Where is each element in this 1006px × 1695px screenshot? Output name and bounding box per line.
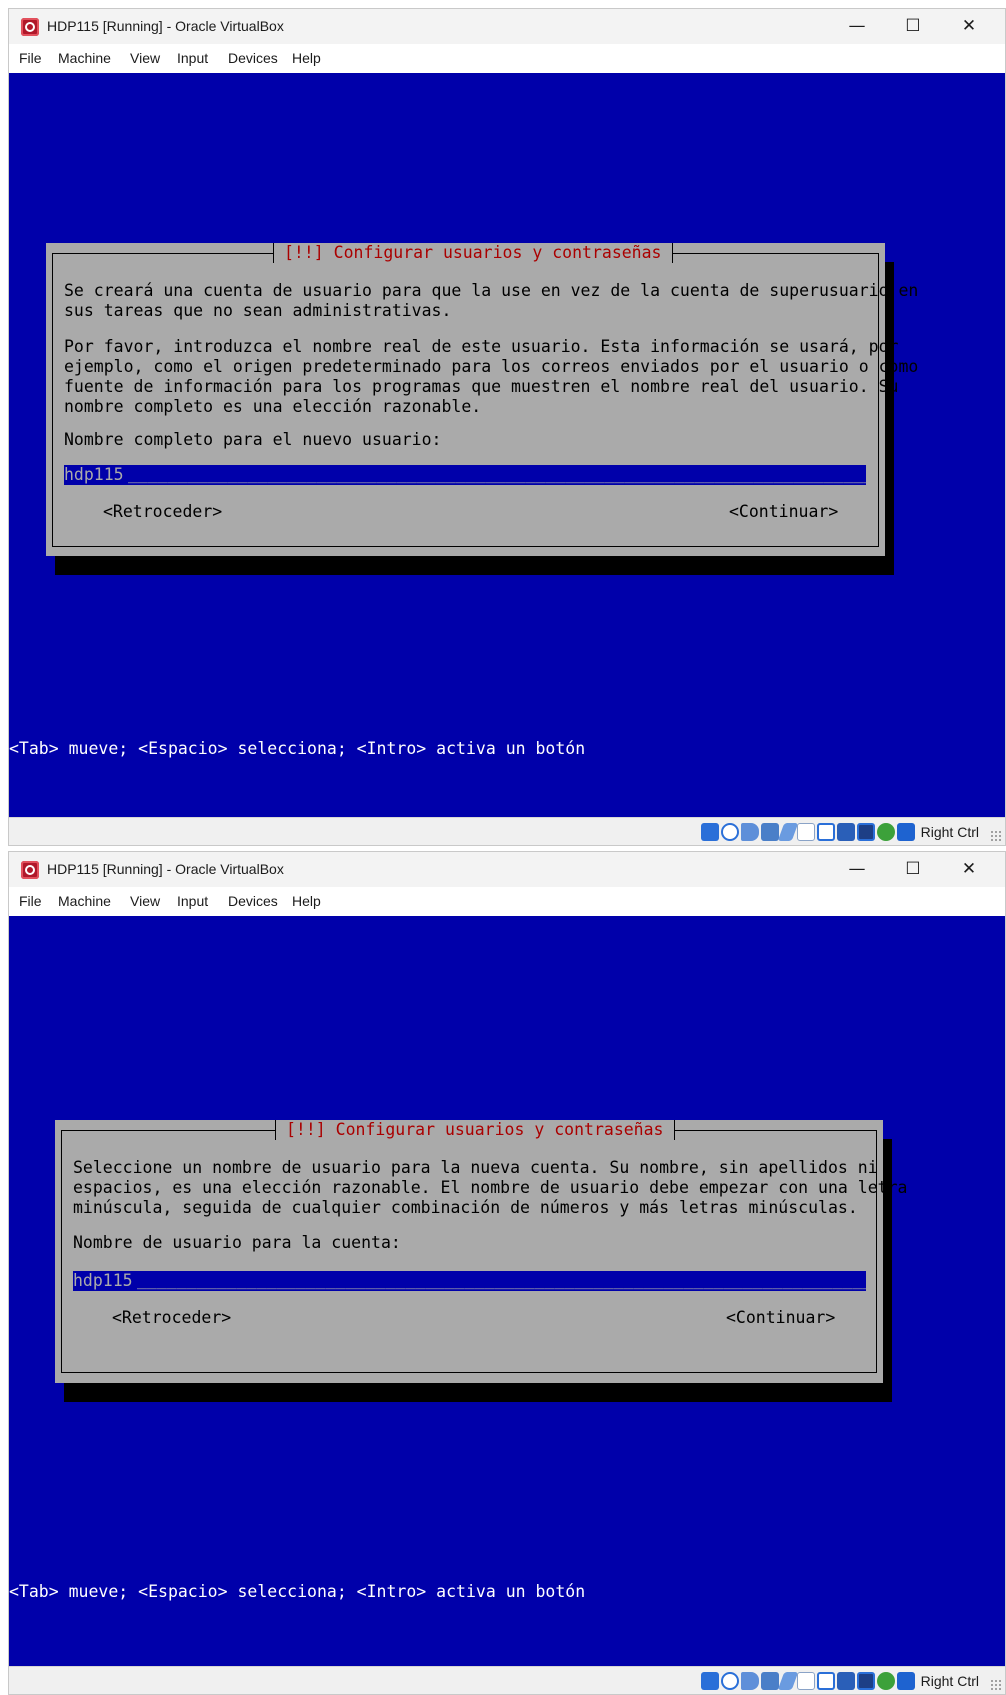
recording-icon[interactable] [836, 1672, 855, 1690]
usb-icon[interactable] [777, 1672, 798, 1690]
cpu-icon[interactable] [856, 823, 875, 841]
optical-drive-icon[interactable] [720, 1672, 739, 1690]
audio-icon[interactable] [740, 823, 759, 841]
host-key-label: Right Ctrl [920, 1673, 979, 1689]
input-value: hdp115 [73, 1271, 133, 1290]
dialog-paragraph: Seleccione un nombre de usuario para la … [73, 1158, 908, 1217]
field-prompt: Nombre completo para el nuevo usuario: [64, 430, 442, 449]
menu-bar: File Machine View Input Devices Help [9, 887, 1005, 916]
mouse-integration-icon[interactable] [876, 1672, 895, 1690]
menu-file[interactable]: File [19, 887, 42, 916]
back-button[interactable]: <Retroceder> [103, 502, 222, 522]
back-button[interactable]: <Retroceder> [112, 1308, 231, 1328]
window-title: HDP115 [Running] - Oracle VirtualBox [47, 18, 284, 34]
menu-devices[interactable]: Devices [228, 887, 278, 916]
menu-machine[interactable]: Machine [58, 887, 111, 916]
display-icon[interactable] [816, 823, 835, 841]
status-tray: Right Ctrl [700, 822, 979, 842]
dialog-title: [!!] Configurar usuarios y contraseñas [273, 243, 673, 263]
menu-bar: File Machine View Input Devices Help [9, 44, 1005, 73]
full-name-input[interactable]: hdp115 _________________________________… [64, 465, 866, 485]
usb-icon[interactable] [777, 823, 798, 841]
username-input[interactable]: hdp115 _________________________________… [73, 1271, 866, 1291]
shared-folders-icon[interactable] [796, 823, 815, 841]
dialog-paragraph: Se creará una cuenta de usuario para que… [64, 281, 919, 320]
minimize-button[interactable]: — [829, 852, 885, 887]
menu-view[interactable]: View [130, 887, 160, 916]
resize-grip[interactable] [990, 1679, 1002, 1691]
status-tray: Right Ctrl [700, 1671, 979, 1691]
title-bar[interactable]: HDP115 [Running] - Oracle VirtualBox — ☐… [9, 852, 1005, 887]
continue-button[interactable]: <Continuar> [726, 1308, 835, 1328]
host-key-label: Right Ctrl [920, 824, 979, 840]
status-bar: Right Ctrl [9, 817, 1005, 845]
help-line: <Tab> mueve; <Espacio> selecciona; <Intr… [9, 1582, 586, 1601]
optical-drive-icon[interactable] [720, 823, 739, 841]
field-prompt: Nombre de usuario para la cuenta: [73, 1233, 401, 1252]
hard-disk-icon[interactable] [700, 823, 719, 841]
continue-button[interactable]: <Continuar> [729, 502, 838, 522]
menu-file[interactable]: File [19, 44, 42, 73]
menu-help[interactable]: Help [292, 887, 321, 916]
input-value: hdp115 [64, 465, 124, 484]
close-button[interactable]: ✕ [941, 852, 997, 887]
input-underscore-fill: ________________________________________… [137, 1271, 866, 1289]
virtualbox-app-icon [21, 861, 39, 879]
maximize-button[interactable]: ☐ [885, 9, 941, 44]
menu-input[interactable]: Input [177, 887, 208, 916]
audio-icon[interactable] [740, 1672, 759, 1690]
installer-dialog: [!!] Configurar usuarios y contraseñas S… [46, 243, 918, 556]
network-icon[interactable] [760, 1672, 779, 1690]
installer-dialog: [!!] Configurar usuarios y contraseñas S… [55, 1120, 907, 1383]
status-bar: Right Ctrl [9, 1666, 1005, 1694]
dialog-title: [!!] Configurar usuarios y contraseñas [275, 1120, 675, 1140]
menu-input[interactable]: Input [177, 44, 208, 73]
menu-help[interactable]: Help [292, 44, 321, 73]
cpu-icon[interactable] [856, 1672, 875, 1690]
minimize-button[interactable]: — [829, 9, 885, 44]
keyboard-capture-icon[interactable] [896, 823, 915, 841]
mouse-integration-icon[interactable] [876, 823, 895, 841]
recording-icon[interactable] [836, 823, 855, 841]
resize-grip[interactable] [990, 830, 1002, 842]
help-line: <Tab> mueve; <Espacio> selecciona; <Intr… [9, 739, 586, 758]
menu-machine[interactable]: Machine [58, 44, 111, 73]
close-button[interactable]: ✕ [941, 9, 997, 44]
virtualbox-window-1: HDP115 [Running] - Oracle VirtualBox — ☐… [8, 8, 1006, 846]
shared-folders-icon[interactable] [796, 1672, 815, 1690]
maximize-button[interactable]: ☐ [885, 852, 941, 887]
menu-view[interactable]: View [130, 44, 160, 73]
input-underscore-fill: ________________________________________… [128, 465, 866, 483]
hard-disk-icon[interactable] [700, 1672, 719, 1690]
title-bar[interactable]: HDP115 [Running] - Oracle VirtualBox — ☐… [9, 9, 1005, 44]
display-icon[interactable] [816, 1672, 835, 1690]
keyboard-capture-icon[interactable] [896, 1672, 915, 1690]
menu-devices[interactable]: Devices [228, 44, 278, 73]
virtualbox-app-icon [21, 18, 39, 36]
dialog-paragraph: Por favor, introduzca el nombre real de … [64, 337, 919, 416]
vm-screen[interactable]: [!!] Configurar usuarios y contraseñas S… [9, 73, 1005, 818]
virtualbox-window-2: HDP115 [Running] - Oracle VirtualBox — ☐… [8, 851, 1006, 1695]
network-icon[interactable] [760, 823, 779, 841]
window-title: HDP115 [Running] - Oracle VirtualBox [47, 861, 284, 877]
vm-screen[interactable]: [!!] Configurar usuarios y contraseñas S… [9, 916, 1005, 1667]
